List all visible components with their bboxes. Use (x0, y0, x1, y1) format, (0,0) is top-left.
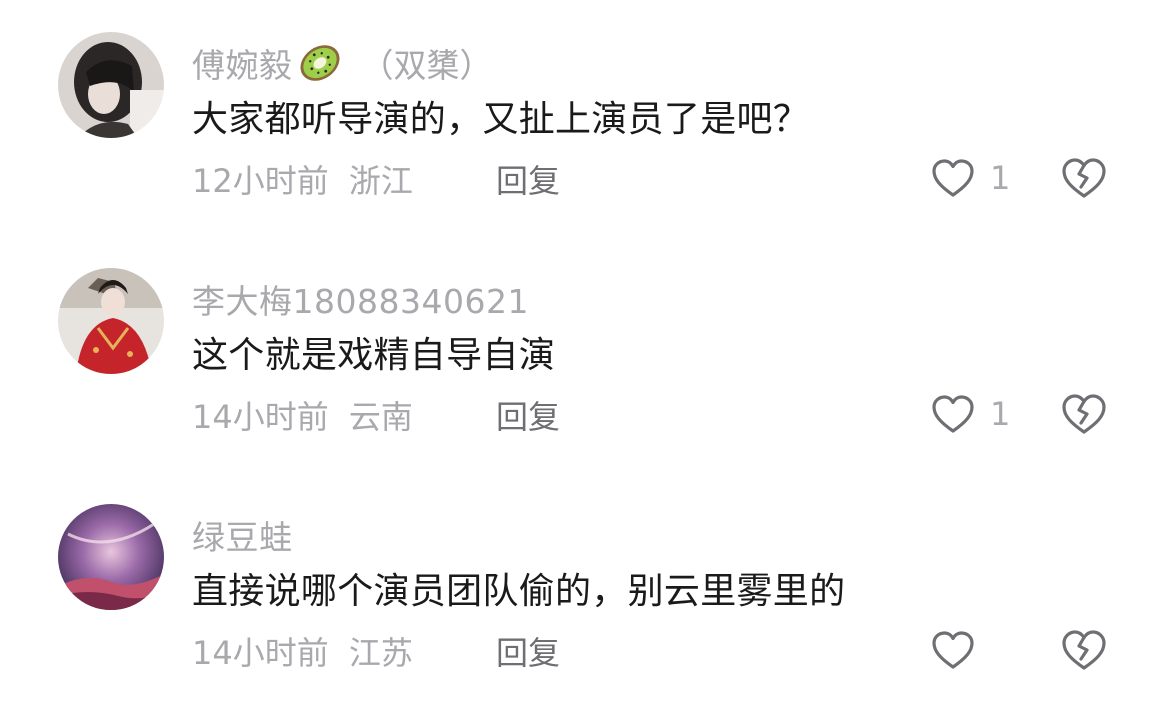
comment-text: 这个就是戏精自导自演 (192, 335, 556, 376)
broken-heart-icon (1060, 392, 1108, 436)
like-button[interactable]: 1 (930, 392, 1010, 436)
avatar-image (58, 268, 164, 374)
dislike-button[interactable] (1060, 392, 1108, 436)
comment-time: 14小时前 (192, 634, 329, 672)
username[interactable]: 李大梅18088340621 (192, 275, 529, 323)
broken-heart-icon (1060, 156, 1108, 200)
comment-location: 江苏 (348, 634, 413, 672)
comment-meta: 14小时前 江苏 (192, 628, 413, 674)
like-count: 1 (990, 395, 1011, 433)
comment-location: 云南 (348, 398, 413, 436)
comment-location: 浙江 (348, 162, 413, 200)
user-avatar[interactable] (58, 268, 164, 374)
comment-text: 大家都听导演的，又扯上演员了是吧？ (192, 99, 810, 140)
comment-item: 绿豆蛙 直接说哪个演员团队偷的，别云里雾里的 14小时前 江苏 回复 (0, 504, 1170, 714)
name-line: 李大梅18088340621 (192, 276, 529, 322)
comment-thread: { "comments": [ { "username": "傅婉毅", "ba… (0, 0, 1170, 704)
like-button[interactable]: 1 (930, 156, 1010, 200)
heart-outline-icon (930, 629, 976, 671)
user-avatar[interactable] (58, 504, 164, 610)
comment-item: 傅婉毅 （双橥） 大家都听导演的，又扯上演员了是吧？ 12小时前 浙江 回复 1 (0, 32, 1170, 242)
like-button[interactable] (930, 628, 990, 672)
avatar-image (58, 32, 164, 138)
name-line: 绿豆蛙 (192, 512, 293, 558)
reply-button[interactable]: 回复 (496, 628, 560, 674)
comment-meta: 12小时前 浙江 (192, 156, 413, 202)
comment-item: 李大梅18088340621 这个就是戏精自导自演 14小时前 云南 回复 1 (0, 268, 1170, 478)
comment-text: 直接说哪个演员团队偷的，别云里雾里的 (192, 571, 846, 612)
avatar-image (58, 504, 164, 610)
reply-button[interactable]: 回复 (496, 392, 560, 438)
kiwi-icon (297, 40, 343, 86)
comment-time: 14小时前 (192, 398, 329, 436)
name-line: 傅婉毅 （双橥） (192, 40, 493, 86)
like-count: 1 (990, 159, 1011, 197)
dislike-button[interactable] (1060, 156, 1108, 200)
reply-button[interactable]: 回复 (496, 156, 560, 202)
dislike-button[interactable] (1060, 628, 1108, 672)
broken-heart-icon (1060, 628, 1108, 672)
comment-time: 12小时前 (192, 162, 329, 200)
username[interactable]: 傅婉毅 (192, 39, 293, 87)
username[interactable]: 绿豆蛙 (192, 511, 293, 559)
user-tag: （双橥） (360, 46, 493, 85)
heart-outline-icon (930, 157, 976, 199)
heart-outline-icon (930, 393, 976, 435)
user-avatar[interactable] (58, 32, 164, 138)
comment-meta: 14小时前 云南 (192, 392, 413, 438)
